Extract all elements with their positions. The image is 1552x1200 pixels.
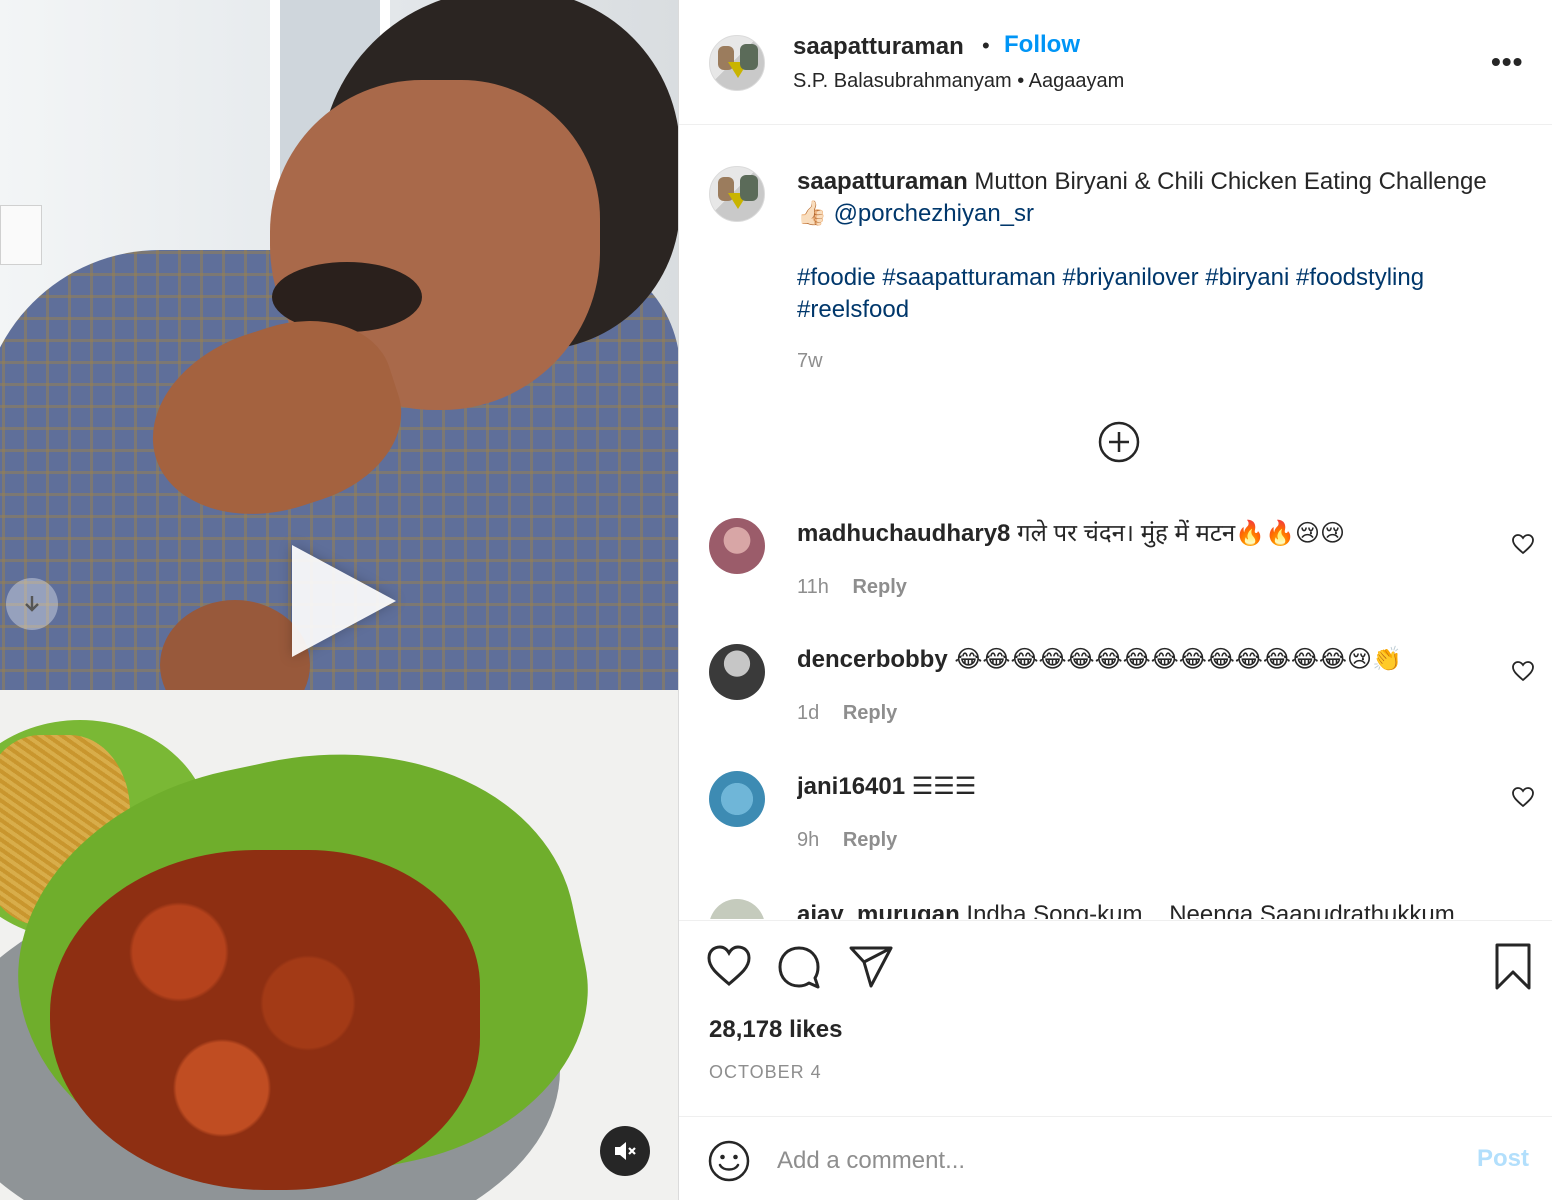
comment-partial: ajay_murugan Indha Song-kum... Neenga Sa… (679, 895, 1552, 919)
video-wall-socket (0, 205, 42, 265)
comment-username[interactable]: dencerbobby (797, 646, 948, 673)
author-avatar[interactable] (709, 35, 765, 91)
reply-button[interactable]: Reply (843, 829, 897, 851)
comment-input[interactable] (777, 1141, 1437, 1181)
comment-heart-icon[interactable] (1511, 785, 1535, 809)
comment-text: गले पर चंदन। मुंह में मटन🔥🔥😢😢 (1017, 520, 1346, 547)
author-username[interactable]: saapatturaman (793, 33, 964, 61)
add-comment-bar: Post (679, 1116, 1552, 1200)
comment-meta: 9h Reply (797, 829, 897, 852)
caption-hashtags-line2[interactable]: #reelsfood (797, 296, 909, 323)
comment-time: 1d (797, 702, 820, 724)
caption-mention[interactable]: @porchezhiyan_sr (834, 200, 1034, 227)
comment-body: ajay_murugan Indha Song-kum... Neenga Sa… (797, 899, 1497, 919)
more-options-icon[interactable]: ••• (1491, 46, 1523, 78)
plus-circle-icon[interactable] (1097, 420, 1141, 464)
reel-video[interactable] (0, 0, 678, 1200)
commenter-avatar[interactable] (709, 518, 765, 574)
reply-button[interactable]: Reply (843, 702, 897, 724)
comment-time: 11h (797, 576, 829, 598)
commenter-avatar[interactable] (709, 899, 765, 919)
heart-icon[interactable] (705, 940, 753, 992)
smiley-icon[interactable] (707, 1139, 751, 1183)
comment-username[interactable]: madhuchaudhary8 (797, 520, 1010, 547)
caption-emoji: 👍🏻 (797, 200, 827, 227)
header-divider (679, 124, 1552, 125)
post-actions (679, 940, 1552, 996)
post-date: OCTOBER 4 (709, 1062, 822, 1082)
muted-speaker-icon (615, 1142, 636, 1160)
commenter-avatar[interactable] (709, 771, 765, 827)
commenter-avatar[interactable] (709, 644, 765, 700)
comment-meta: 1d Reply (797, 702, 897, 725)
post-details-panel: saapatturaman • Follow S.P. Balasubrahma… (678, 0, 1552, 1200)
audio-track-link[interactable]: S.P. Balasubrahmanyam • Aagaayam (793, 70, 1124, 93)
caption-hashtags[interactable]: #foodie #saapatturaman #briyanilover #bi… (797, 264, 1424, 291)
video-chili-chicken (50, 850, 480, 1190)
paper-plane-icon[interactable] (847, 940, 895, 992)
comment-body: jani16401 ☰☰☰ (797, 771, 1497, 803)
comment-heart-icon[interactable] (1511, 532, 1535, 556)
play-icon[interactable] (292, 545, 396, 657)
comment-username[interactable]: jani16401 (797, 773, 905, 800)
comment-text: Indha Song-kum... Neenga Saapudrathukkum… (966, 901, 1475, 919)
post-time-ago: 7w (797, 350, 823, 372)
comment-body: madhuchaudhary8 गले पर चंदन। मुंह में मट… (797, 518, 1497, 550)
comment-username[interactable]: ajay_murugan (797, 901, 960, 919)
comments-divider (679, 920, 1552, 921)
follow-button[interactable]: Follow (1004, 31, 1080, 59)
comment-meta: 11h Reply (797, 576, 907, 599)
mute-button[interactable] (600, 1126, 650, 1176)
likes-count[interactable]: 28,178 likes (709, 1016, 842, 1044)
comment-heart-icon[interactable] (1511, 659, 1535, 683)
header-separator: • (982, 33, 990, 58)
post-caption: saapatturaman Mutton Biryani & Chili Chi… (797, 166, 1537, 326)
comment-time: 9h (797, 829, 820, 851)
comment-bubble-icon[interactable] (775, 940, 823, 992)
comment-text: 😂😂😂😂😂😂😂😂😂😂😂😂😂😂😢👏 (954, 646, 1402, 673)
caption-username[interactable]: saapatturaman (797, 168, 968, 195)
bookmark-icon[interactable] (1489, 940, 1537, 992)
caption-avatar[interactable] (709, 166, 765, 222)
comment-body: dencerbobby 😂😂😂😂😂😂😂😂😂😂😂😂😂😂😢👏 (797, 644, 1497, 676)
post-comment-button[interactable]: Post (1477, 1145, 1529, 1173)
caption-text: Mutton Biryani & Chili Chicken Eating Ch… (974, 168, 1487, 195)
down-arrow-icon[interactable] (6, 578, 58, 630)
comment-text: ☰☰☰ (911, 773, 977, 800)
reply-button[interactable]: Reply (852, 576, 906, 598)
